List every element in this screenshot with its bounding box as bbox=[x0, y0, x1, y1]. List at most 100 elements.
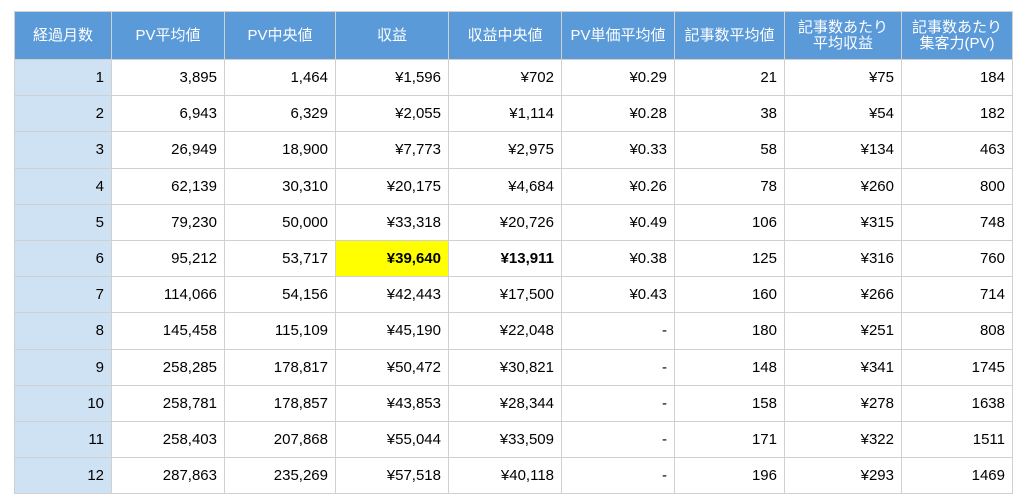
cell-pv-per-article[interactable]: 760 bbox=[901, 239, 1013, 278]
cell-revenue-median[interactable]: ¥30,821 bbox=[448, 348, 562, 386]
cell-pv-unit-price[interactable]: ¥0.29 bbox=[561, 58, 675, 97]
cell-month[interactable]: 2 bbox=[14, 95, 112, 133]
cell-pv-unit-price[interactable]: - bbox=[561, 420, 675, 459]
cell-revenue[interactable]: ¥39,640 bbox=[335, 239, 449, 278]
cell-pv-median[interactable]: 18,900 bbox=[224, 131, 336, 169]
cell-month[interactable]: 4 bbox=[14, 167, 112, 205]
cell-article-count[interactable]: 160 bbox=[674, 276, 785, 314]
header-pv-average[interactable]: PV平均値 bbox=[111, 11, 225, 60]
cell-revenue-median[interactable]: ¥40,118 bbox=[448, 457, 562, 495]
cell-pv-median[interactable]: 6,329 bbox=[224, 95, 336, 133]
cell-revenue-per-article[interactable]: ¥54 bbox=[784, 95, 902, 133]
cell-pv-per-article[interactable]: 1745 bbox=[901, 348, 1013, 386]
cell-revenue-median[interactable]: ¥702 bbox=[448, 58, 562, 97]
cell-revenue-median[interactable]: ¥4,684 bbox=[448, 167, 562, 205]
cell-pv-median[interactable]: 50,000 bbox=[224, 203, 336, 241]
cell-revenue[interactable]: ¥45,190 bbox=[335, 312, 449, 350]
header-pv-per-article[interactable]: 記事数あたり 集客力(PV) bbox=[901, 11, 1013, 60]
cell-pv-median[interactable]: 53,717 bbox=[224, 239, 336, 278]
cell-pv-unit-price[interactable]: ¥0.38 bbox=[561, 239, 675, 278]
cell-revenue[interactable]: ¥20,175 bbox=[335, 167, 449, 205]
cell-month[interactable]: 8 bbox=[14, 312, 112, 350]
cell-pv-per-article[interactable]: 463 bbox=[901, 131, 1013, 169]
cell-month[interactable]: 12 bbox=[14, 457, 112, 495]
cell-month[interactable]: 7 bbox=[14, 276, 112, 314]
cell-pv-average[interactable]: 79,230 bbox=[111, 203, 225, 241]
cell-pv-median[interactable]: 178,817 bbox=[224, 348, 336, 386]
cell-revenue-per-article[interactable]: ¥316 bbox=[784, 239, 902, 278]
cell-revenue-per-article[interactable]: ¥278 bbox=[784, 384, 902, 422]
cell-revenue-per-article[interactable]: ¥322 bbox=[784, 420, 902, 459]
cell-pv-per-article[interactable]: 1511 bbox=[901, 420, 1013, 459]
cell-pv-per-article[interactable]: 808 bbox=[901, 312, 1013, 350]
cell-revenue-per-article[interactable]: ¥293 bbox=[784, 457, 902, 495]
cell-revenue-per-article[interactable]: ¥341 bbox=[784, 348, 902, 386]
cell-pv-unit-price[interactable]: - bbox=[561, 384, 675, 422]
cell-pv-average[interactable]: 3,895 bbox=[111, 58, 225, 97]
cell-pv-unit-price[interactable]: ¥0.49 bbox=[561, 203, 675, 241]
cell-pv-average[interactable]: 258,403 bbox=[111, 420, 225, 459]
cell-month[interactable]: 10 bbox=[14, 384, 112, 422]
cell-revenue-per-article[interactable]: ¥75 bbox=[784, 58, 902, 97]
cell-pv-median[interactable]: 178,857 bbox=[224, 384, 336, 422]
cell-article-count[interactable]: 21 bbox=[674, 58, 785, 97]
cell-revenue-median[interactable]: ¥33,509 bbox=[448, 420, 562, 459]
cell-pv-unit-price[interactable]: - bbox=[561, 348, 675, 386]
cell-pv-median[interactable]: 115,109 bbox=[224, 312, 336, 350]
cell-pv-average[interactable]: 287,863 bbox=[111, 457, 225, 495]
cell-revenue[interactable]: ¥2,055 bbox=[335, 95, 449, 133]
cell-article-count[interactable]: 58 bbox=[674, 131, 785, 169]
cell-article-count[interactable]: 171 bbox=[674, 420, 785, 459]
cell-pv-average[interactable]: 114,066 bbox=[111, 276, 225, 314]
cell-article-count[interactable]: 196 bbox=[674, 457, 785, 495]
cell-revenue-per-article[interactable]: ¥134 bbox=[784, 131, 902, 169]
cell-revenue[interactable]: ¥33,318 bbox=[335, 203, 449, 241]
header-pv-unit-price-average[interactable]: PV単価平均値 bbox=[561, 11, 675, 60]
cell-pv-unit-price[interactable]: ¥0.33 bbox=[561, 131, 675, 169]
cell-article-count[interactable]: 158 bbox=[674, 384, 785, 422]
cell-revenue-median[interactable]: ¥20,726 bbox=[448, 203, 562, 241]
cell-revenue-per-article[interactable]: ¥251 bbox=[784, 312, 902, 350]
cell-pv-median[interactable]: 1,464 bbox=[224, 58, 336, 97]
cell-pv-unit-price[interactable]: ¥0.26 bbox=[561, 167, 675, 205]
cell-month[interactable]: 5 bbox=[14, 203, 112, 241]
header-months-elapsed[interactable]: 経過月数 bbox=[14, 11, 112, 60]
cell-revenue-median[interactable]: ¥1,114 bbox=[448, 95, 562, 133]
cell-pv-average[interactable]: 145,458 bbox=[111, 312, 225, 350]
cell-pv-per-article[interactable]: 182 bbox=[901, 95, 1013, 133]
cell-pv-per-article[interactable]: 1638 bbox=[901, 384, 1013, 422]
cell-pv-average[interactable]: 6,943 bbox=[111, 95, 225, 133]
cell-pv-median[interactable]: 54,156 bbox=[224, 276, 336, 314]
cell-revenue-median[interactable]: ¥28,344 bbox=[448, 384, 562, 422]
cell-pv-per-article[interactable]: 748 bbox=[901, 203, 1013, 241]
cell-revenue[interactable]: ¥1,596 bbox=[335, 58, 449, 97]
cell-article-count[interactable]: 125 bbox=[674, 239, 785, 278]
header-pv-median[interactable]: PV中央値 bbox=[224, 11, 336, 60]
cell-pv-per-article[interactable]: 800 bbox=[901, 167, 1013, 205]
cell-revenue[interactable]: ¥42,443 bbox=[335, 276, 449, 314]
cell-revenue[interactable]: ¥7,773 bbox=[335, 131, 449, 169]
cell-article-count[interactable]: 148 bbox=[674, 348, 785, 386]
cell-article-count[interactable]: 78 bbox=[674, 167, 785, 205]
cell-revenue-per-article[interactable]: ¥260 bbox=[784, 167, 902, 205]
cell-month[interactable]: 11 bbox=[14, 420, 112, 459]
cell-pv-per-article[interactable]: 1469 bbox=[901, 457, 1013, 495]
cell-revenue-median[interactable]: ¥17,500 bbox=[448, 276, 562, 314]
cell-month[interactable]: 6 bbox=[14, 239, 112, 278]
header-avg-revenue-per-article[interactable]: 記事数あたり 平均収益 bbox=[784, 11, 902, 60]
cell-revenue[interactable]: ¥43,853 bbox=[335, 384, 449, 422]
cell-article-count[interactable]: 38 bbox=[674, 95, 785, 133]
cell-pv-median[interactable]: 207,868 bbox=[224, 420, 336, 459]
cell-pv-average[interactable]: 95,212 bbox=[111, 239, 225, 278]
cell-revenue[interactable]: ¥55,044 bbox=[335, 420, 449, 459]
cell-pv-average[interactable]: 62,139 bbox=[111, 167, 225, 205]
cell-revenue-per-article[interactable]: ¥315 bbox=[784, 203, 902, 241]
cell-revenue-median[interactable]: ¥2,975 bbox=[448, 131, 562, 169]
cell-pv-per-article[interactable]: 714 bbox=[901, 276, 1013, 314]
cell-article-count[interactable]: 180 bbox=[674, 312, 785, 350]
cell-pv-unit-price[interactable]: ¥0.43 bbox=[561, 276, 675, 314]
cell-pv-unit-price[interactable]: - bbox=[561, 457, 675, 495]
cell-article-count[interactable]: 106 bbox=[674, 203, 785, 241]
cell-month[interactable]: 1 bbox=[14, 58, 112, 97]
cell-pv-unit-price[interactable]: ¥0.28 bbox=[561, 95, 675, 133]
